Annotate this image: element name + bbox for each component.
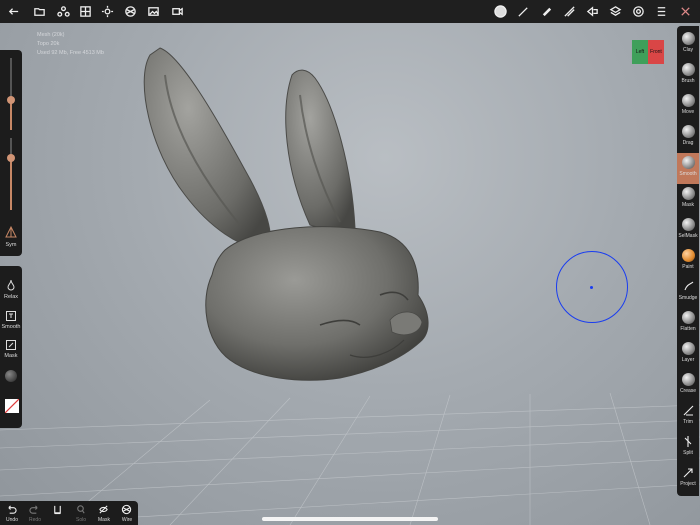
move-icon (682, 94, 695, 107)
redo-button[interactable]: Redo (24, 502, 46, 524)
help-icon[interactable] (651, 0, 671, 23)
brush-icon[interactable] (513, 0, 533, 23)
tool-selmask[interactable]: SelMask (677, 215, 699, 246)
tool-label: SelMask (678, 233, 698, 239)
tool-label: Project (680, 481, 696, 487)
paint-icon (682, 249, 695, 262)
grid-icon[interactable] (75, 0, 95, 23)
symmetry-triangle-icon[interactable] (5, 226, 17, 238)
tool-label: Layer (681, 357, 695, 363)
sun-icon[interactable] (97, 0, 117, 23)
trim-icon (682, 404, 695, 417)
save-button[interactable] (47, 502, 69, 524)
brush-icon (682, 63, 695, 76)
solo-button[interactable]: Solo (70, 502, 92, 524)
split-icon (682, 435, 695, 448)
mesh-info-line1: Mesh (20k) (37, 32, 65, 38)
settings-icon[interactable] (628, 0, 648, 23)
tool-brush[interactable]: Brush (677, 60, 699, 91)
tool-label: Smudge (678, 295, 698, 301)
tool-label: Drag (682, 140, 694, 146)
view-cube-left[interactable]: Left (632, 40, 648, 64)
tool-move[interactable]: Move (677, 91, 699, 122)
selmask-icon (682, 218, 695, 231)
mask-toggle-label: Mask (98, 517, 110, 523)
intensity-slider-fill (10, 160, 12, 210)
view-cube[interactable]: Left Front (632, 40, 664, 64)
tool-flatten[interactable]: Flatten (677, 308, 699, 339)
tool-drag[interactable]: Drag (677, 122, 699, 153)
mask-toggle-button[interactable]: Mask (93, 502, 115, 524)
tool-label: Smooth (679, 171, 697, 177)
layers-icon[interactable] (605, 0, 625, 23)
tool-clay[interactable]: Clay (677, 29, 699, 60)
tool-crease[interactable]: Crease (677, 370, 699, 401)
tool-split[interactable]: Split (677, 432, 699, 463)
radius-slider-fill (10, 100, 12, 130)
tool-label: Paint (682, 264, 694, 270)
symmetry-icon[interactable] (675, 0, 695, 23)
undo-button[interactable]: Undo (1, 502, 23, 524)
smudge-icon (682, 280, 695, 293)
mesh-info-line2: Topo 20k (37, 41, 60, 47)
tool-label: Trim (683, 419, 693, 425)
smooth-label[interactable]: Smooth (0, 324, 22, 330)
mesh-info-line3: Used 92 Mb, Free 4513 Mb (37, 50, 104, 56)
layer-icon (682, 342, 695, 355)
radius-slider-knob[interactable] (7, 96, 15, 104)
clay-icon (682, 32, 695, 45)
tool-label: Clay (682, 47, 693, 53)
sym-label[interactable]: Sym (0, 242, 22, 248)
tool-label: Brush (681, 78, 695, 84)
redo-label: Redo (29, 517, 41, 523)
undo-label: Undo (6, 517, 18, 523)
material-icon[interactable] (490, 0, 510, 23)
pen-icon[interactable] (536, 0, 556, 23)
tool-label: Split (683, 450, 693, 456)
relax-label[interactable]: Relax (0, 294, 22, 300)
smooth-square-icon[interactable] (5, 309, 17, 321)
view-cube-front[interactable]: Front (648, 40, 664, 64)
camera-icon[interactable] (167, 0, 187, 23)
tool-label: Mask (682, 202, 694, 208)
mask-square-icon[interactable] (5, 338, 17, 350)
render-icon[interactable] (120, 0, 140, 23)
tool-paint[interactable]: Paint (677, 246, 699, 277)
drop-icon[interactable] (5, 278, 17, 291)
tool-layer[interactable]: Layer (677, 339, 699, 370)
color-swatch[interactable] (5, 399, 19, 413)
tool-smooth[interactable]: Smooth (677, 153, 699, 184)
back-icon[interactable] (3, 0, 23, 23)
stroke-icon[interactable] (559, 0, 579, 23)
project-icon (682, 466, 695, 479)
intensity-slider-knob[interactable] (7, 154, 15, 162)
drag-icon (682, 125, 695, 138)
tool-label: Move (681, 109, 695, 115)
scene-icon[interactable] (53, 0, 73, 23)
tool-label: Flatten (680, 326, 696, 332)
tool-mask[interactable]: Mask (677, 184, 699, 215)
stroke-mode-icon[interactable] (582, 0, 602, 23)
tool-smudge[interactable]: Smudge (677, 277, 699, 308)
solo-label: Solo (75, 517, 86, 523)
brush-cursor-center (590, 286, 593, 289)
tool-label: Crease (679, 388, 697, 394)
mask-icon (682, 187, 695, 200)
folder-icon[interactable] (29, 0, 49, 23)
image-icon[interactable] (143, 0, 163, 23)
material-sphere-icon[interactable] (5, 370, 17, 382)
wire-label: Wire (121, 517, 133, 523)
crease-icon (682, 373, 695, 386)
tool-project[interactable]: Project (677, 463, 699, 494)
mask-label[interactable]: Mask (0, 353, 22, 359)
smooth-icon (682, 156, 695, 169)
mesh-info: Mesh (20k) Topo 20k Used 92 Mb, Free 451… (37, 31, 104, 58)
flatten-icon (682, 311, 695, 324)
wire-button[interactable]: Wire (116, 502, 138, 524)
tool-trim[interactable]: Trim (677, 401, 699, 432)
home-indicator (262, 517, 438, 521)
